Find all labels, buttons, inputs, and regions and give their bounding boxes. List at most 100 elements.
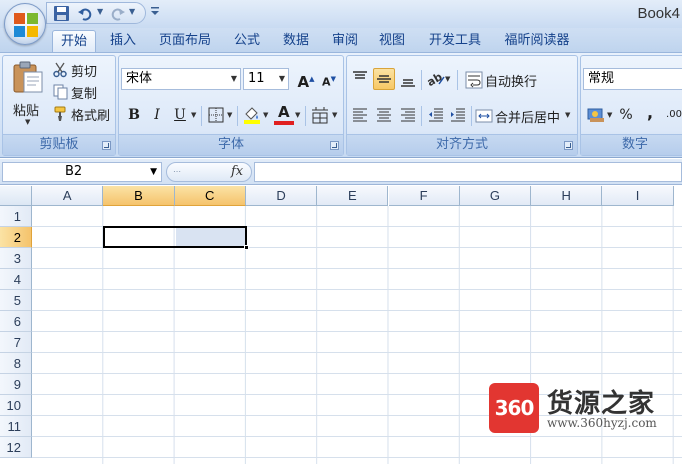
clipboard-launcher-icon[interactable] [102,141,111,150]
font-launcher-icon[interactable] [330,141,339,150]
fill-color-dropdown-icon[interactable]: ▼ [263,111,268,119]
tab-page-layout[interactable]: 页面布局 [150,30,220,52]
column-header[interactable]: C [174,186,246,206]
tab-insert[interactable]: 插入 [101,30,145,52]
row-header[interactable]: 11 [0,416,32,437]
row-header[interactable]: 8 [0,353,32,374]
align-left-icon[interactable] [349,104,371,126]
number-format-select[interactable]: 常规 [583,68,682,90]
grow-font-icon[interactable]: A▲ [295,68,317,91]
row-header[interactable]: 10 [0,395,32,416]
borders-dropdown-icon[interactable]: ▼ [227,111,232,119]
percent-style-button[interactable]: % [615,104,637,126]
align-middle-icon[interactable] [373,68,395,90]
borders-icon[interactable] [205,104,227,126]
column-header[interactable]: A [32,186,104,206]
number-group-label: 数字 [581,134,682,155]
tab-developer[interactable]: 开发工具 [420,30,490,52]
number-format-value: 常规 [588,71,615,86]
wrap-text-button[interactable]: 自动换行 [465,70,575,90]
tab-home[interactable]: 开始 [52,30,96,52]
align-right-icon[interactable] [397,104,419,126]
cut-button[interactable]: 剪切 [53,60,113,80]
select-all-button[interactable] [0,186,32,206]
align-separator-3 [421,106,422,126]
window-title: Book4 [637,5,680,22]
tab-formulas[interactable]: 公式 [225,30,269,52]
alignment-group-label: 对齐方式 [347,134,577,155]
row-header[interactable]: 12 [0,437,32,458]
column-header[interactable]: F [388,186,460,206]
orientation-dropdown-icon[interactable]: ▼ [445,75,450,83]
paste-dropdown-icon: ▼ [25,118,31,126]
formula-bar: B2 ▼ ⋯ fx [0,159,682,185]
insert-function-button[interactable]: fx [231,164,243,179]
tab-data[interactable]: 数据 [274,30,318,52]
font-family-select[interactable]: 宋体 ▼ [121,68,241,90]
row-header[interactable]: 2 [0,227,32,248]
fill-color-icon[interactable] [241,104,263,126]
undo-dropdown-icon[interactable]: ▼ [97,7,103,16]
phonetic-guide-icon[interactable] [309,104,331,126]
resize-handle-icon[interactable]: ⋯ [173,167,181,176]
tab-view[interactable]: 视图 [370,30,414,52]
orientation-icon[interactable]: ab [425,68,447,90]
paste-button[interactable]: 粘贴 ▼ [7,58,49,130]
row-header[interactable]: 3 [0,248,32,269]
tab-foxit-reader[interactable]: 福昕阅读器 [495,30,579,52]
column-header[interactable]: I [602,186,674,206]
row-header[interactable]: 4 [0,269,32,290]
column-header[interactable]: H [531,186,603,206]
decrease-indent-icon[interactable] [425,104,447,126]
underline-button[interactable]: U [169,104,191,126]
number-group: 常规 ▼ % , .00 数字 [580,55,682,156]
comma-style-button[interactable]: , [639,102,661,124]
column-header[interactable]: E [317,186,389,206]
copy-label: 复制 [71,87,98,102]
undo-icon[interactable] [77,5,95,22]
accounting-format-icon[interactable] [585,104,607,126]
name-box[interactable]: B2 ▼ [2,162,162,182]
office-button[interactable] [4,3,46,45]
merge-center-button[interactable]: 合并后居中 ▼ [475,106,575,126]
font-size-select[interactable]: 11 ▼ [243,68,289,90]
row-header[interactable]: 5 [0,290,32,311]
phonetic-dropdown-icon[interactable]: ▼ [332,111,337,119]
alignment-launcher-icon[interactable] [564,141,573,150]
font-family-dropdown-icon: ▼ [230,74,237,83]
shrink-font-icon[interactable]: A▼ [318,68,340,90]
brush-icon [54,106,66,121]
redo-dropdown-icon[interactable]: ▼ [129,7,135,16]
align-center-icon[interactable] [373,104,395,126]
column-header[interactable]: D [245,186,318,206]
font-color-dropdown-icon[interactable]: ▼ [295,111,300,119]
scissors-icon [53,62,67,78]
increase-decimal-button[interactable]: .00 [663,104,682,126]
bold-button[interactable]: B [123,104,145,126]
fill-handle[interactable] [244,245,249,250]
underline-dropdown-icon[interactable]: ▼ [191,111,196,119]
formula-input[interactable] [254,162,682,182]
wrap-text-icon [465,71,483,89]
redo-icon[interactable] [109,5,127,22]
save-icon[interactable] [53,5,71,22]
increase-indent-icon[interactable] [447,104,469,126]
font-color-icon[interactable]: A [273,103,295,126]
row-header[interactable]: 6 [0,311,32,332]
accounting-dropdown-icon[interactable]: ▼ [607,111,612,119]
tab-review[interactable]: 审阅 [323,30,367,52]
selection-highlight [176,228,245,246]
format-painter-button[interactable]: 格式刷 [53,104,115,124]
row-header[interactable]: 7 [0,332,32,353]
row-header[interactable]: 9 [0,374,32,395]
copy-button[interactable]: 复制 [53,82,113,102]
align-bottom-icon[interactable] [397,68,419,90]
format-painter-label: 格式刷 [71,109,111,124]
clipboard-group: 粘贴 ▼ 剪切 复制 格式刷 剪贴板 [2,55,116,156]
column-header[interactable]: G [459,186,532,206]
row-header[interactable]: 1 [0,206,32,227]
italic-button[interactable]: I [146,104,168,126]
column-header[interactable]: B [103,186,175,206]
align-top-icon[interactable] [349,68,371,90]
customize-toolbar-icon[interactable] [150,5,160,20]
